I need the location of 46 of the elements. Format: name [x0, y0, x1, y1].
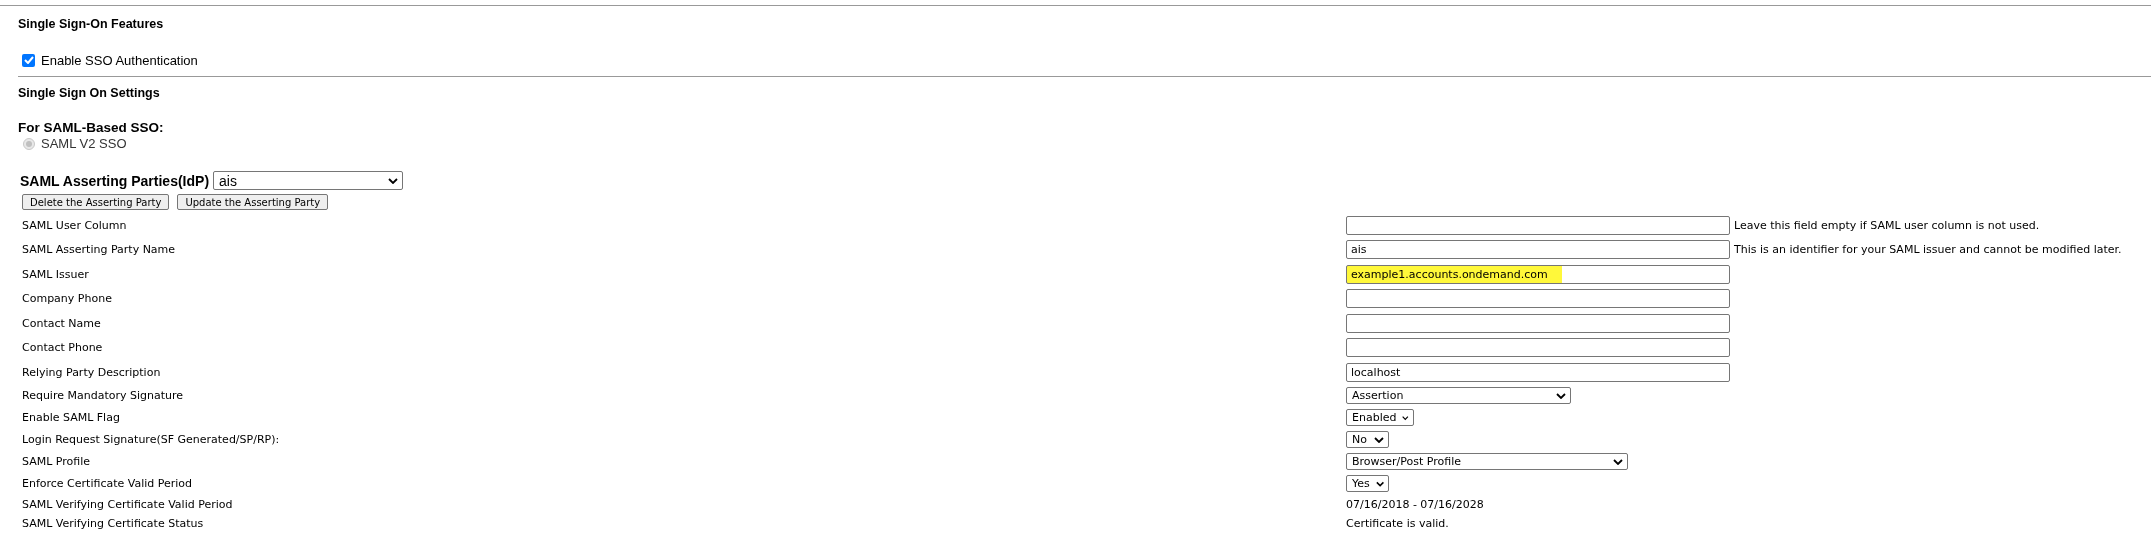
field-label: Require Mandatory Signature — [21, 389, 185, 402]
dropdown-select[interactable]: Assertion — [1346, 387, 1571, 404]
text-field[interactable] — [1346, 338, 1730, 358]
section-heading: Single Sign-On Features — [18, 17, 165, 31]
field-label: Relying Party Description — [21, 365, 162, 379]
text-field[interactable]: localhost — [1346, 362, 1730, 382]
text-field[interactable]: example1.accounts.ondemand.com — [1346, 264, 1730, 284]
checkbox[interactable] — [22, 53, 35, 67]
field-label: SAML User Column — [21, 218, 128, 232]
value-text: 07/16/2018 - 07/16/2028 — [1346, 497, 1484, 511]
field-label: Contact Name — [21, 316, 102, 330]
radio-label: SAML V2 SSO — [41, 136, 127, 151]
field-label: Contact Phone — [21, 341, 104, 355]
field-label: Enforce Certificate Valid Period — [21, 477, 194, 490]
dropdown-select[interactable]: Yes — [1346, 475, 1389, 492]
text-field[interactable] — [1346, 313, 1730, 333]
field-label: Login Request Signature(SF Generated/SP/RP): — [21, 433, 281, 446]
chevron-down-icon — [388, 177, 399, 184]
chevron-down-icon — [1613, 458, 1623, 465]
field-label: SAML Asserting Parties(IdP) — [20, 172, 210, 189]
section-heading: Single Sign On Settings — [18, 86, 161, 100]
text-field[interactable]: ais — [1346, 240, 1730, 260]
field-label: SAML Verifying Certificate Valid Period — [21, 497, 234, 511]
field-label: SAML Profile — [21, 455, 92, 468]
action-button[interactable]: Delete the Asserting Party — [22, 194, 170, 210]
dropdown-select[interactable]: Enabled — [1346, 409, 1414, 426]
chevron-down-icon — [1556, 392, 1566, 399]
dropdown-select[interactable]: No — [1346, 431, 1389, 448]
chevron-down-icon — [1374, 436, 1384, 443]
checkbox-label: Enable SSO Authentication — [41, 52, 198, 68]
text-field[interactable] — [1346, 289, 1730, 309]
field-label: Enable SAML Flag — [21, 411, 121, 424]
field-label: Company Phone — [21, 292, 113, 306]
action-button[interactable]: Update the Asserting Party — [177, 194, 329, 210]
hint-text: This is an identifier for your SAML issuer and cannot be modified later. — [1733, 243, 2123, 257]
field-label: SAML Issuer — [21, 267, 90, 281]
dropdown-select[interactable]: ais — [213, 171, 404, 190]
subsection-heading: For SAML-Based SSO: — [17, 120, 165, 135]
chevron-down-icon — [1375, 480, 1384, 487]
value-text: Certificate is valid. — [1346, 516, 1449, 530]
chevron-down-icon — [1402, 414, 1409, 421]
text-field[interactable] — [1346, 215, 1730, 235]
hint-text: Leave this field empty if SAML user column is not used. — [1733, 218, 2041, 232]
dropdown-select[interactable]: Browser/Post Profile — [1346, 453, 1628, 470]
field-label: SAML Asserting Party Name — [21, 243, 177, 257]
field-label: SAML Verifying Certificate Status — [21, 516, 205, 530]
